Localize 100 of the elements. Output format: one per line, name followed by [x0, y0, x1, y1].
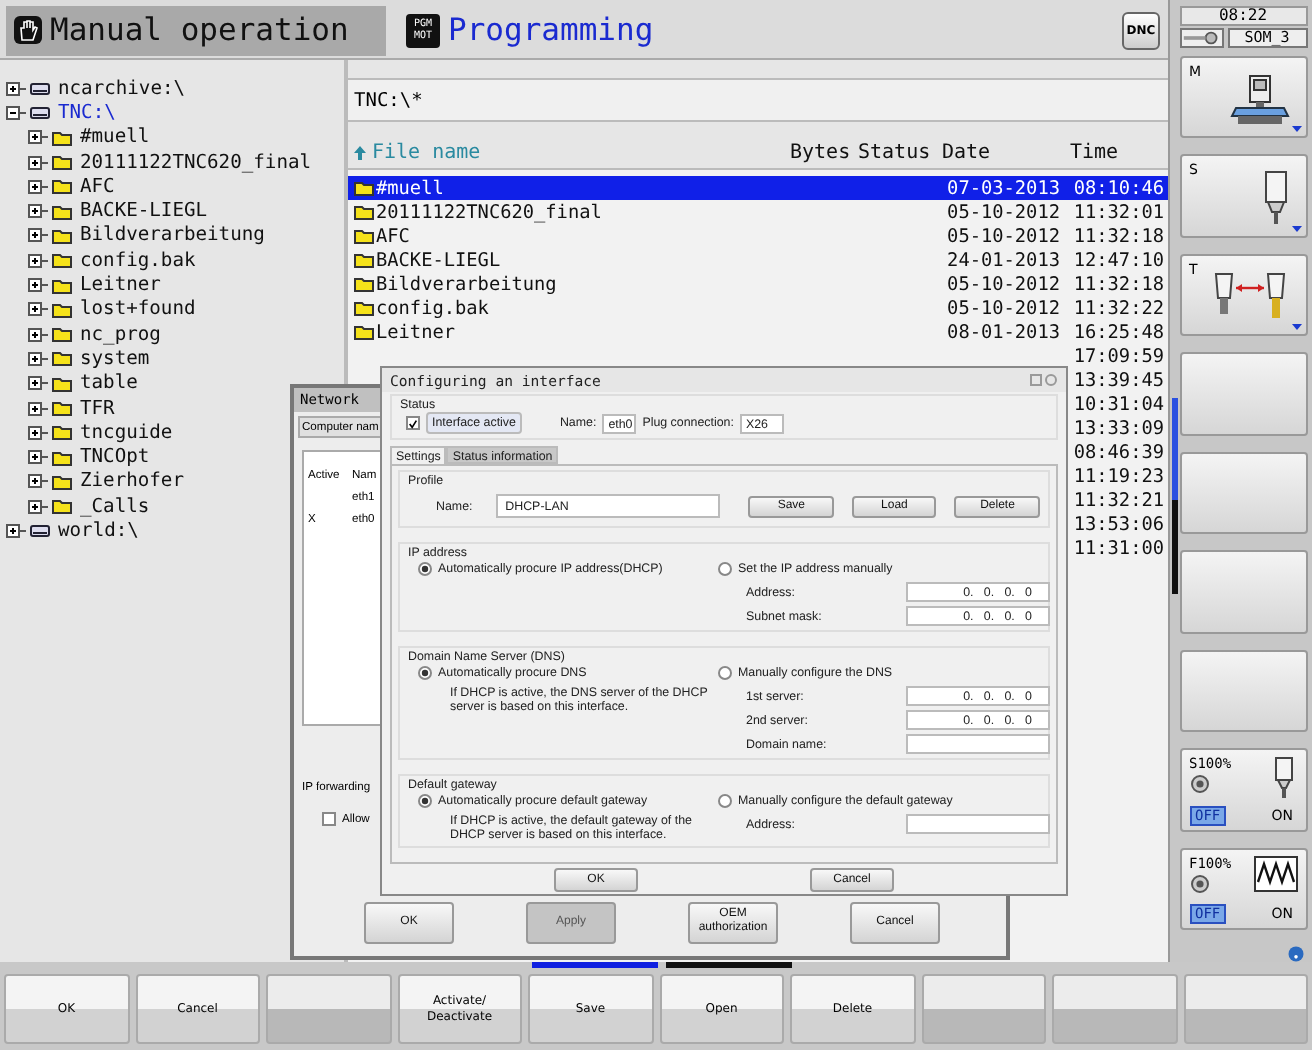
file-date: 05-10-2012 [947, 201, 1060, 223]
tree-item[interactable]: lost+found [76, 298, 196, 321]
expand-icon[interactable] [28, 228, 48, 243]
expand-icon[interactable] [28, 278, 48, 293]
file-row[interactable]: 20111122TNC620_final 05-10-2012 11:32:01 [348, 200, 1168, 224]
hand-icon [14, 16, 42, 44]
column-header[interactable]: Status [858, 142, 931, 164]
radio-button[interactable] [718, 666, 732, 680]
expand-icon[interactable] [28, 155, 48, 170]
radio-button[interactable] [418, 794, 432, 808]
expand-icon[interactable] [28, 204, 48, 219]
tree-item[interactable]: config.bak [76, 249, 196, 272]
address-field[interactable] [906, 814, 1050, 834]
side-softkey[interactable] [1179, 451, 1307, 535]
file-time: 16:25:48 [1073, 321, 1164, 343]
tree-item[interactable]: _Calls [76, 495, 150, 518]
file-time: 11:32:18 [1073, 273, 1164, 295]
tree-item[interactable]: TNCOpt [76, 446, 150, 469]
help-icon [1288, 946, 1304, 962]
caret-icon [1291, 225, 1301, 232]
expand-icon[interactable] [28, 130, 48, 145]
expand-icon[interactable] [28, 327, 48, 342]
expand-icon[interactable] [28, 302, 48, 317]
tree-item[interactable]: ncarchive:\ [54, 77, 186, 100]
tree-item[interactable]: Zierhofer [76, 470, 184, 493]
file-time: 11:32:18 [1073, 225, 1164, 247]
expand-icon[interactable] [6, 81, 26, 96]
drive-icon [30, 523, 50, 538]
drive-icon [30, 81, 50, 96]
column-header[interactable]: Date [942, 142, 991, 164]
radio-button[interactable] [418, 666, 432, 680]
knob-icon [1189, 873, 1209, 894]
file-name: Leitner [376, 321, 456, 343]
radio-button[interactable] [718, 794, 732, 808]
column-header[interactable]: Bytes [790, 142, 851, 164]
file-date: 24-01-2013 [947, 249, 1060, 271]
column-header[interactable]: Time [1070, 142, 1119, 164]
file-row[interactable]: Leitner 08-01-2013 16:25:48 [348, 320, 1168, 344]
side-softkey[interactable] [1179, 550, 1307, 634]
sort-arrow-icon [354, 146, 366, 160]
file-name: #muell [376, 177, 444, 199]
tree-item[interactable]: system [76, 347, 150, 370]
softkey-level-bar [532, 962, 658, 968]
expand-icon[interactable] [28, 474, 48, 489]
feed-wave-icon [1253, 855, 1297, 892]
side-softkey[interactable] [1179, 649, 1307, 733]
path-field[interactable]: TNC:\* [348, 78, 1168, 122]
checkbox[interactable] [322, 812, 336, 826]
expand-icon[interactable] [28, 253, 48, 268]
file-date: 08-01-2013 [947, 321, 1060, 343]
expand-icon[interactable] [28, 401, 48, 415]
file-name: config.bak [376, 297, 489, 319]
softkey-level-bar [666, 962, 792, 968]
file-row[interactable]: AFC 05-10-2012 11:32:18 [348, 224, 1168, 248]
caret-icon [1291, 126, 1301, 133]
side-softkey[interactable] [1179, 352, 1307, 436]
file-time: 11:32:01 [1073, 201, 1164, 223]
machine-drawing [1229, 72, 1289, 128]
address-field[interactable] [906, 734, 1050, 754]
mode-tab[interactable]: Manual operation [6, 5, 386, 55]
tree-item[interactable]: world:\ [54, 519, 139, 542]
tree-item[interactable]: TNC:\ [54, 101, 116, 124]
checkbox[interactable] [406, 416, 420, 430]
file-row[interactable]: 17:09:59 [348, 344, 1168, 368]
file-date: 07-03-2013 [947, 177, 1060, 199]
tree-item[interactable]: nc_prog [76, 323, 161, 346]
file-name: BACKE-LIEGL [376, 249, 501, 271]
tree-item[interactable]: Bildverarbeitung [76, 224, 265, 247]
file-name: Bildverarbeitung [376, 273, 557, 295]
expand-icon[interactable] [6, 523, 26, 538]
file-row[interactable]: config.bak 05-10-2012 11:32:22 [348, 296, 1168, 320]
tree-item[interactable]: #muell [76, 126, 150, 149]
expand-icon[interactable] [28, 499, 48, 514]
drive-icon [30, 105, 50, 120]
tree-item[interactable]: tncguide [76, 421, 173, 444]
tree-item[interactable]: Leitner [76, 274, 161, 297]
radio-button[interactable] [418, 562, 432, 576]
tree-item[interactable]: table [76, 372, 138, 395]
expand-icon[interactable] [28, 425, 48, 440]
file-date: 05-10-2012 [947, 225, 1060, 247]
file-name: AFC [376, 225, 410, 247]
clock: 08:22 [1179, 6, 1307, 26]
file-row[interactable]: BACKE-LIEGL 24-01-2013 12:47:10 [348, 248, 1168, 272]
expand-icon[interactable] [28, 450, 48, 465]
file-name: 20111122TNC620_final [376, 201, 602, 223]
knob-icon [1189, 774, 1209, 795]
tree-item[interactable]: 20111122TNC620_final [76, 151, 312, 174]
key-icon [1179, 28, 1223, 48]
tree-item[interactable]: TFR [76, 397, 115, 419]
spindle-icon [1269, 756, 1297, 801]
radio-button[interactable] [718, 562, 732, 576]
file-time: 08:10:46 [1073, 177, 1164, 199]
expand-icon[interactable] [28, 376, 48, 391]
tree-item[interactable]: BACKE-LIEGL [76, 200, 208, 223]
expand-icon[interactable] [28, 351, 48, 366]
file-row[interactable]: #muell 07-03-2013 08:10:46 [348, 176, 1168, 200]
file-row[interactable]: Bildverarbeitung 05-10-2012 11:32:18 [348, 272, 1168, 296]
expand-icon[interactable] [28, 179, 48, 194]
collapse-icon[interactable] [6, 105, 26, 120]
tree-item[interactable]: AFC [76, 175, 115, 198]
